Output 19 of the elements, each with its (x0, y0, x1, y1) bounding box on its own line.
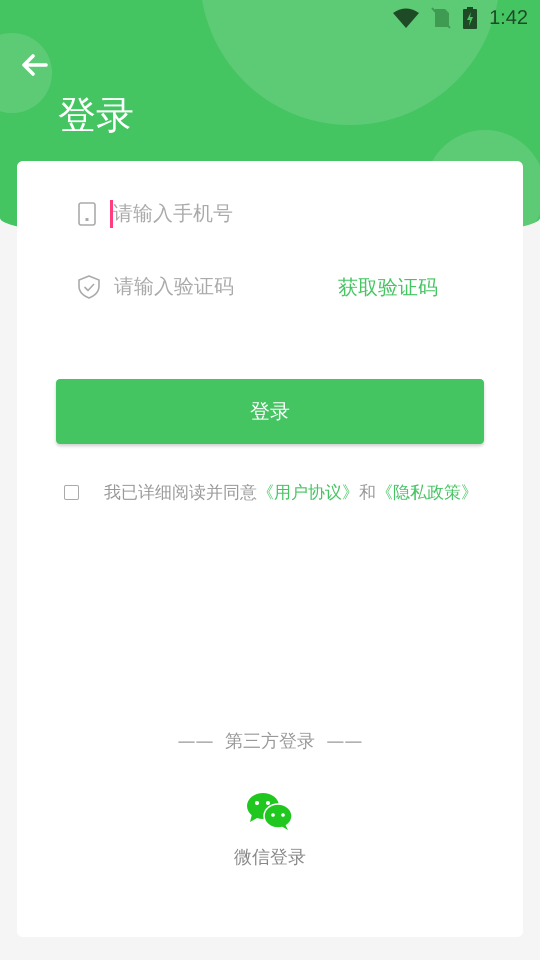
login-button[interactable]: 登录 (56, 379, 484, 444)
wifi-icon (393, 8, 420, 28)
agreement-link[interactable]: 《用户协议》 (257, 483, 359, 503)
agreement-link[interactable]: 《隐私政策》 (376, 483, 478, 503)
battery-charging-icon (463, 7, 478, 29)
third-party-heading: —— 第三方登录 —— (178, 730, 362, 753)
agreement-checkbox[interactable] (64, 485, 79, 500)
input-field[interactable]: 请输入验证码 (114, 276, 314, 298)
wechat-login-button[interactable]: 微信登录 (234, 793, 306, 869)
phone-icon (78, 202, 96, 226)
agreement-text: 我已详细阅读并同意《用户协议》和《隐私政策》 (104, 482, 478, 504)
no-sim-icon (431, 7, 452, 29)
page-title: 登录 (58, 92, 134, 139)
input-field[interactable]: 请输入手机号 (113, 202, 313, 226)
status-time: 1:42 (489, 6, 528, 30)
back-arrow-icon (22, 54, 48, 76)
shield-check-icon (78, 275, 100, 299)
wechat-icon (247, 793, 293, 831)
get-code-link[interactable]: 获取验证码 (338, 274, 438, 300)
